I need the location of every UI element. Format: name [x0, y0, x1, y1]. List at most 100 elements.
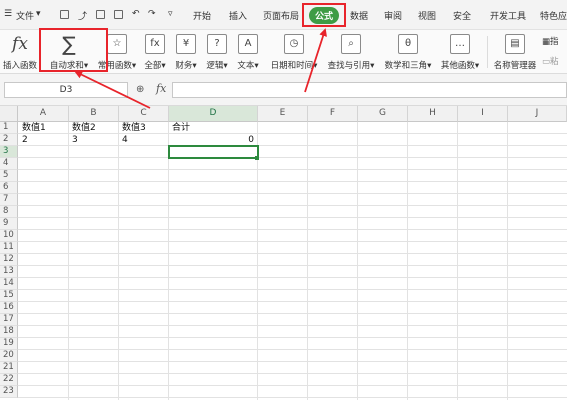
- formula-input[interactable]: [172, 82, 567, 98]
- grid-line: [307, 122, 308, 400]
- grid-line: [18, 361, 567, 362]
- fx-label[interactable]: fx: [156, 82, 166, 95]
- grid-line: [457, 122, 458, 400]
- save-icon[interactable]: [60, 10, 69, 19]
- other-functions-label: 其他函数▾: [440, 61, 480, 71]
- spreadsheet-grid[interactable]: A B C D E F G H I J 1 2 3 4 5 6 7 8 9 10…: [0, 106, 567, 400]
- select-all-corner[interactable]: [0, 106, 18, 122]
- grid-line: [18, 301, 567, 302]
- tab-home[interactable]: 开始: [193, 9, 211, 22]
- column-header-d[interactable]: D: [169, 106, 258, 122]
- star-function-icon: ☆: [107, 34, 127, 54]
- date-time-label: 日期和时间▾: [270, 61, 318, 71]
- column-header-c[interactable]: C: [119, 106, 169, 122]
- row-header-2[interactable]: 2: [0, 134, 18, 146]
- row-header-11[interactable]: 11: [0, 242, 18, 254]
- row-header-8[interactable]: 8: [0, 206, 18, 218]
- row-header-14[interactable]: 14: [0, 278, 18, 290]
- grid-line: [18, 229, 567, 230]
- specify-button[interactable]: ▦指: [542, 35, 567, 47]
- date-time-button[interactable]: ◷ 日期和时间▾: [269, 34, 319, 71]
- tab-review[interactable]: 审阅: [384, 9, 402, 22]
- row-header-22[interactable]: 22: [0, 374, 18, 386]
- other-functions-button[interactable]: … 其他函数▾: [439, 34, 481, 71]
- print-icon[interactable]: [96, 10, 105, 19]
- hamburger-icon[interactable]: ☰: [4, 9, 12, 19]
- grid-line: [18, 277, 567, 278]
- tab-view[interactable]: 视图: [418, 9, 436, 22]
- grid-line: [18, 265, 567, 266]
- tab-page-layout[interactable]: 页面布局: [263, 9, 299, 22]
- column-header-j[interactable]: J: [508, 106, 567, 122]
- tab-developer[interactable]: 开发工具: [490, 9, 526, 22]
- tab-features[interactable]: 特色应: [540, 9, 567, 22]
- export-icon[interactable]: ⤴: [78, 9, 87, 22]
- row-header-21[interactable]: 21: [0, 362, 18, 374]
- name-box[interactable]: D3: [4, 82, 128, 98]
- grid-line: [18, 337, 567, 338]
- column-header-a[interactable]: A: [18, 106, 69, 122]
- grid-line: [18, 169, 567, 170]
- zoom-icon[interactable]: ⊕: [136, 84, 144, 95]
- tab-insert[interactable]: 插入: [229, 9, 247, 22]
- row-header-13[interactable]: 13: [0, 266, 18, 278]
- cell-a1[interactable]: 数值1: [20, 122, 68, 134]
- row-header-7[interactable]: 7: [0, 194, 18, 206]
- row-header-9[interactable]: 9: [0, 218, 18, 230]
- name-manager-button[interactable]: ▤ 名称管理器: [493, 34, 537, 71]
- cell-b1[interactable]: 数值2: [70, 122, 118, 134]
- selected-cell-d3[interactable]: [168, 145, 259, 159]
- file-menu[interactable]: 文件: [16, 9, 34, 22]
- row-header-1[interactable]: 1: [0, 122, 18, 134]
- row-header-18[interactable]: 18: [0, 326, 18, 338]
- cell-d1[interactable]: 合计: [170, 122, 256, 134]
- row-header-5[interactable]: 5: [0, 170, 18, 182]
- all-functions-button[interactable]: fx 全部▾: [143, 34, 167, 71]
- lookup-reference-button[interactable]: ⌕ 查找与引用▾: [326, 34, 376, 71]
- row-header-16[interactable]: 16: [0, 302, 18, 314]
- row-header-17[interactable]: 17: [0, 314, 18, 326]
- row-header-10[interactable]: 10: [0, 230, 18, 242]
- row-header-6[interactable]: 6: [0, 182, 18, 194]
- customize-icon[interactable]: ▿: [168, 9, 173, 19]
- column-header-b[interactable]: B: [69, 106, 119, 122]
- cell-b2[interactable]: 3: [70, 134, 118, 146]
- financial-button[interactable]: ¥ 财务▾: [174, 34, 198, 71]
- math-trig-button[interactable]: θ 数学和三角▾: [383, 34, 433, 71]
- undo-icon[interactable]: ↶: [132, 9, 140, 19]
- tab-data[interactable]: 数据: [350, 9, 368, 22]
- insert-function-label: 插入函数: [3, 61, 38, 71]
- preview-icon[interactable]: [114, 10, 123, 19]
- row-header-3[interactable]: 3: [0, 146, 18, 158]
- column-header-h[interactable]: H: [408, 106, 458, 122]
- text-button[interactable]: A 文本▾: [236, 34, 260, 71]
- column-header-e[interactable]: E: [258, 106, 308, 122]
- paste-name-button[interactable]: ▭粘: [542, 55, 567, 67]
- column-header-g[interactable]: G: [358, 106, 408, 122]
- math-icon: θ: [398, 34, 418, 54]
- row-header-12[interactable]: 12: [0, 254, 18, 266]
- row-header-20[interactable]: 20: [0, 350, 18, 362]
- row-header-23[interactable]: 23: [0, 386, 18, 398]
- grid-line: [18, 241, 567, 242]
- tab-security[interactable]: 安全: [453, 9, 471, 22]
- logical-button[interactable]: ? 逻辑▾: [205, 34, 229, 71]
- logical-label: 逻辑▾: [206, 61, 228, 71]
- cell-c1[interactable]: 数值3: [120, 122, 168, 134]
- column-header-f[interactable]: F: [308, 106, 358, 122]
- clock-icon: ◷: [284, 34, 304, 54]
- chevron-down-icon[interactable]: ▾: [36, 9, 41, 19]
- fill-handle[interactable]: [255, 156, 259, 160]
- cell-a2[interactable]: 2: [20, 134, 68, 146]
- grid-line: [357, 122, 358, 400]
- row-header-15[interactable]: 15: [0, 290, 18, 302]
- column-header-i[interactable]: I: [458, 106, 508, 122]
- cell-c2[interactable]: 4: [120, 134, 168, 146]
- redo-icon[interactable]: ↷: [148, 9, 156, 19]
- grid-line: [18, 217, 567, 218]
- row-header-4[interactable]: 4: [0, 158, 18, 170]
- row-header-19[interactable]: 19: [0, 338, 18, 350]
- insert-function-button[interactable]: fx 插入函数: [3, 34, 37, 71]
- text-icon: A: [238, 34, 258, 54]
- grid-line: [18, 397, 567, 398]
